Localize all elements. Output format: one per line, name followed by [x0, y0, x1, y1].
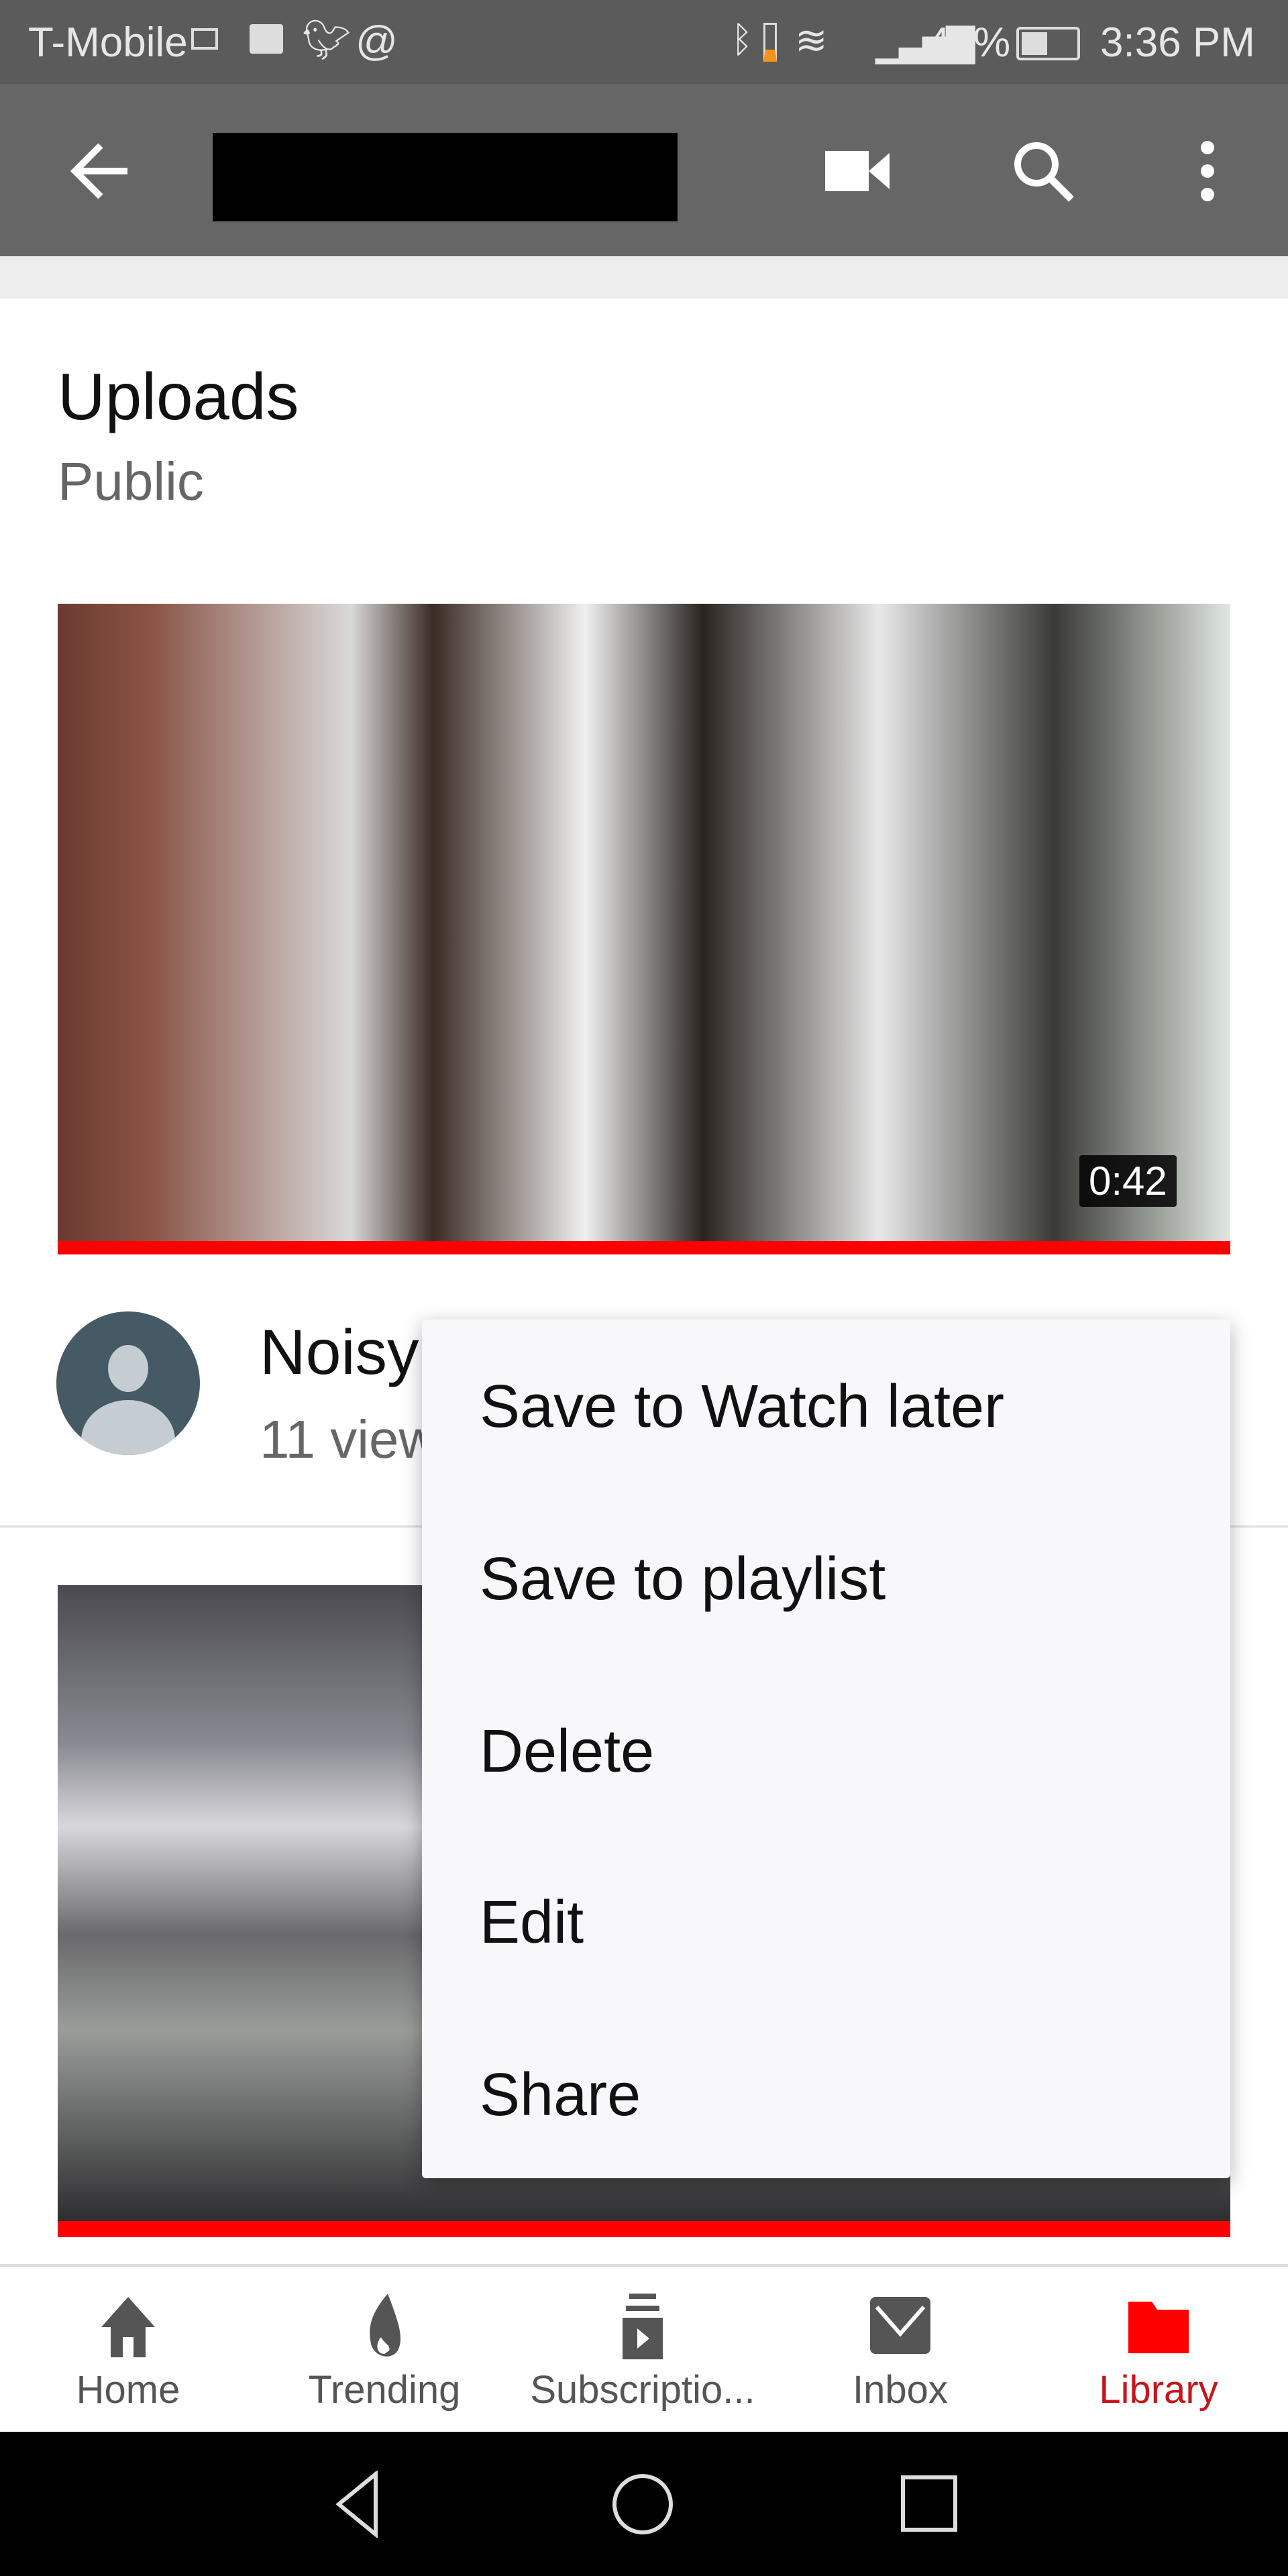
section-subtitle: Public — [58, 451, 204, 511]
nav-home[interactable]: Home — [1, 2267, 256, 2434]
phone-battery-icon — [763, 23, 777, 62]
overflow-menu: Save to Watch later Save to playlist Del… — [422, 1320, 1230, 2178]
back-triangle-icon[interactable] — [329, 2471, 389, 2538]
bluetooth-icon: ᛒ — [731, 19, 753, 60]
video-title[interactable]: Noisy — [260, 1316, 419, 1389]
nav-library[interactable]: Library — [1031, 2267, 1286, 2434]
bottom-nav: Home Trending Subscriptio... Inbox Libra… — [0, 2264, 1288, 2432]
nav-subscriptions[interactable]: Subscriptio... — [515, 2267, 770, 2434]
carrier-label: T-Mobile — [28, 19, 188, 66]
menu-item-save-watch-later[interactable]: Save to Watch later — [480, 1377, 1004, 1437]
avatar[interactable] — [56, 1311, 200, 1455]
video-thumbnail[interactable]: 0:42 — [58, 604, 1230, 1241]
video-camera-icon[interactable] — [824, 148, 891, 195]
watch-progress-bar — [58, 1241, 1230, 1254]
search-icon[interactable] — [1010, 138, 1077, 205]
nav-inbox[interactable]: Inbox — [773, 2267, 1028, 2434]
app-bar — [0, 84, 1288, 256]
menu-item-edit[interactable]: Edit — [480, 1892, 584, 1953]
nav-label: Home — [76, 2368, 180, 2412]
activity-icon — [250, 24, 283, 54]
mail-icon — [870, 2297, 930, 2354]
wifi-icon: ≋ — [795, 19, 828, 62]
menu-item-share[interactable]: Share — [480, 2065, 641, 2125]
redacted-title — [213, 133, 678, 221]
home-icon — [101, 2297, 155, 2357]
section-title: Uploads — [58, 360, 299, 433]
back-arrow-icon[interactable] — [67, 138, 134, 205]
divider — [0, 256, 1288, 299]
menu-item-save-playlist[interactable]: Save to playlist — [480, 1549, 885, 1609]
duration-badge: 0:42 — [1079, 1155, 1177, 1207]
more-vert-icon[interactable] — [1194, 138, 1221, 205]
battery-percent: 44% — [927, 19, 1011, 66]
folder-icon — [1128, 2302, 1189, 2353]
nav-label: Subscriptio... — [530, 2368, 755, 2412]
nav-label: Library — [1099, 2368, 1218, 2412]
nav-trending[interactable]: Trending — [257, 2267, 512, 2434]
video-meta: 11 view — [260, 1409, 438, 1469]
watch-progress-bar — [58, 2221, 1230, 2237]
sim-icon — [191, 28, 218, 50]
nav-label: Trending — [308, 2368, 461, 2412]
status-bar: T-Mobile 🐦︎ @ ᛒ ≋ ▁▃▅▇ 44% 3:36 PM — [0, 0, 1288, 84]
subscriptions-icon — [623, 2294, 663, 2359]
flame-icon — [370, 2294, 401, 2357]
recents-square-icon[interactable] — [899, 2473, 959, 2534]
menu-item-delete[interactable]: Delete — [480, 1721, 654, 1782]
twitter-icon: 🐦︎ — [302, 18, 352, 62]
nav-label: Inbox — [853, 2368, 948, 2412]
system-nav-bar — [0, 2432, 1288, 2576]
battery-icon — [1016, 27, 1080, 60]
clock: 3:36 PM — [1100, 19, 1255, 66]
home-circle-icon[interactable] — [609, 2471, 676, 2538]
at-icon: @ — [356, 18, 398, 64]
